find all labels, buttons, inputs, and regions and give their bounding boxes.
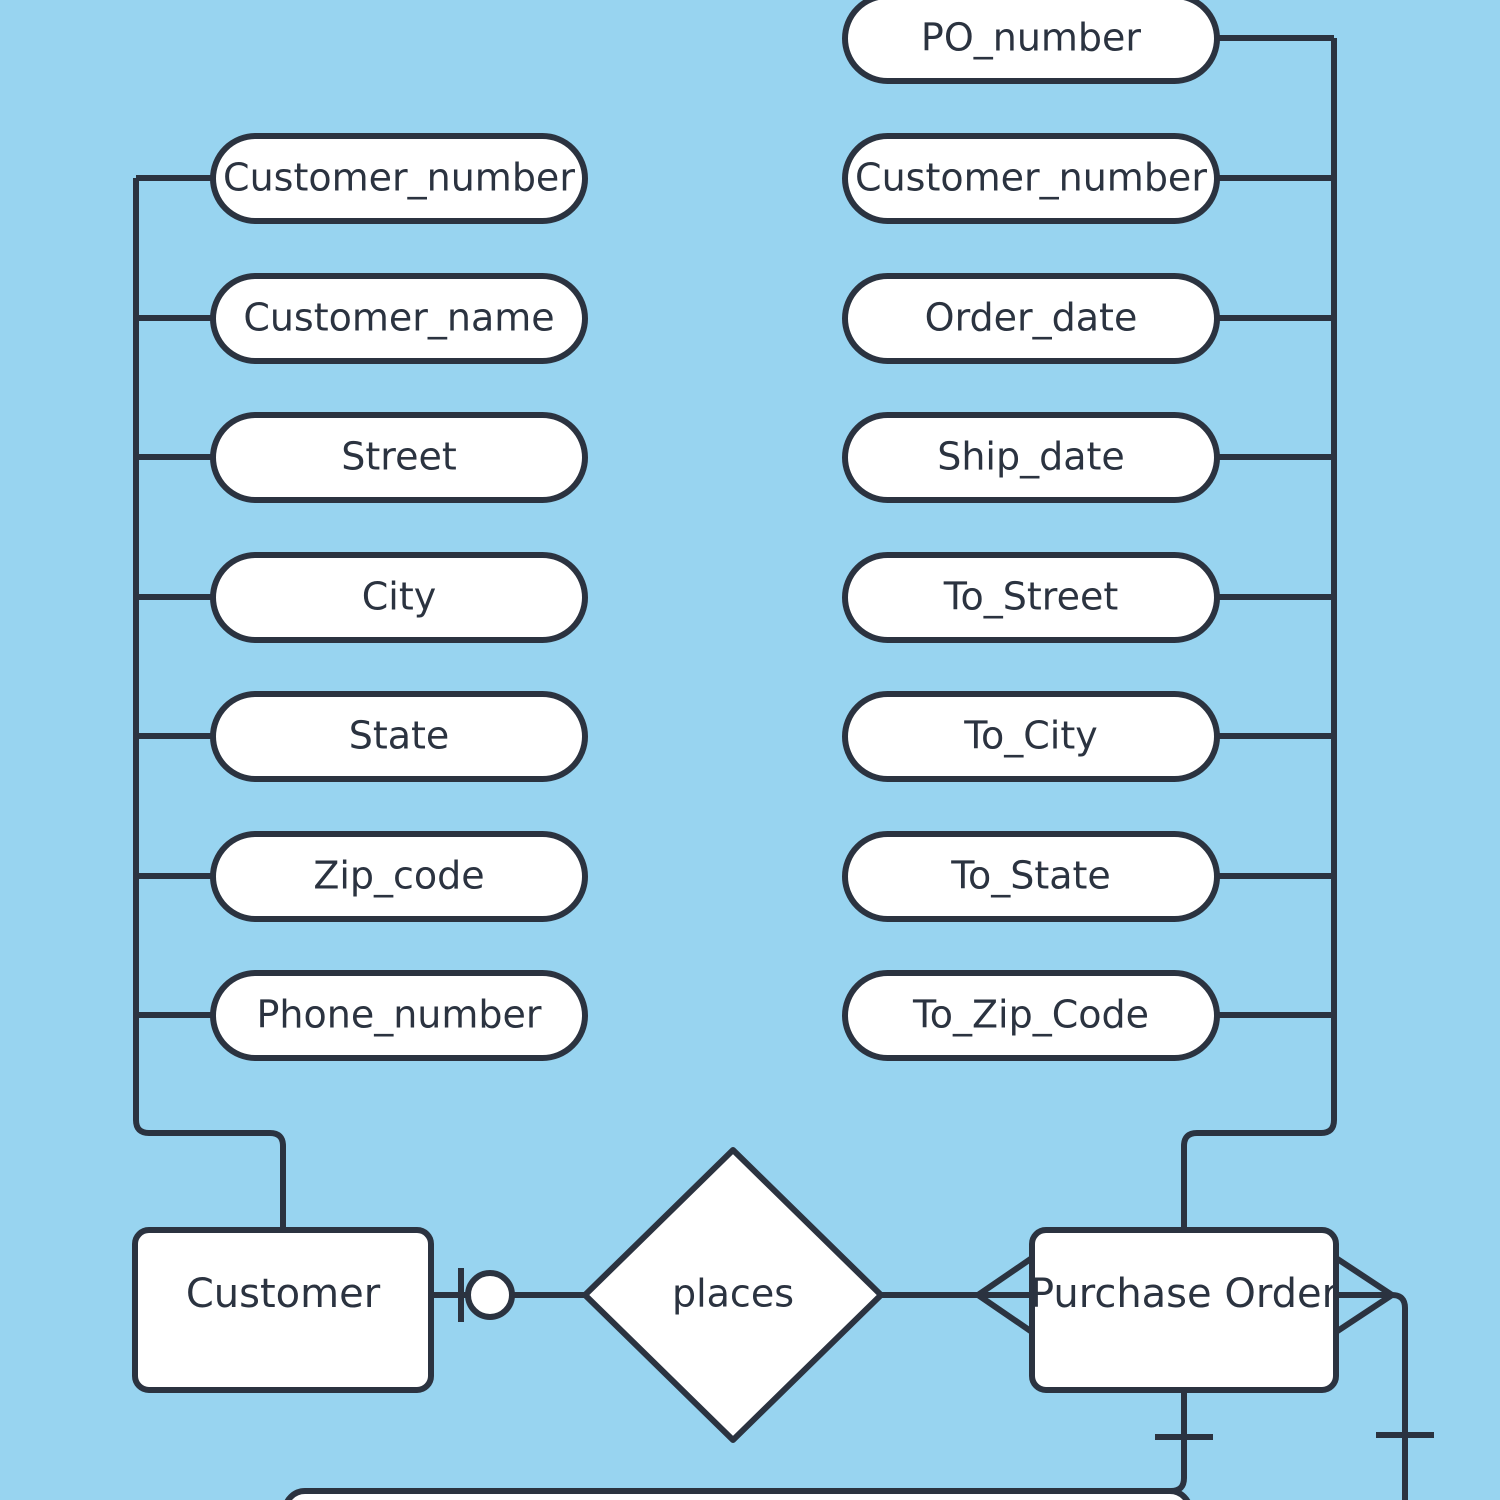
attribute-oval-street[interactable]: Street [210,412,588,503]
attribute-label: To_Zip_Code [912,993,1149,1037]
attribute-oval-po-number[interactable]: PO_number [842,0,1220,84]
attribute-label: Customer_number [223,156,575,200]
attribute-label: Street [341,435,456,479]
attribute-label: Customer_name [243,296,554,340]
attribute-oval-customer-name[interactable]: Customer_name [210,273,588,364]
attribute-label: To_State [950,854,1111,898]
attribute-oval-po-customer-number[interactable]: Customer_number [842,133,1220,224]
attribute-oval-state[interactable]: State [210,691,588,782]
attribute-label: Ship_date [937,435,1125,479]
entity-customer[interactable]: Customer [132,1227,434,1393]
relationship-label: places [672,1272,794,1316]
purchase-order-attribute-trunk [1181,38,1337,1232]
attribute-label: Order_date [925,296,1138,340]
entity-label: Customer [186,1271,381,1317]
attribute-oval-ship-date[interactable]: Ship_date [842,412,1220,503]
attribute-label: PO_number [921,16,1142,60]
attribute-label: State [349,714,450,758]
attribute-label: To_City [963,714,1097,758]
attribute-oval-phone-number[interactable]: Phone_number [210,970,588,1061]
attribute-label: Zip_code [313,854,484,898]
er-diagram-svg: Customer_number Customer_name Street Cit… [132,0,1434,1500]
attribute-oval-to-city[interactable]: To_City [842,691,1220,782]
attribute-oval-zip-code[interactable]: Zip_code [210,831,588,922]
attribute-oval-to-state[interactable]: To_State [842,831,1220,922]
attribute-oval-to-street[interactable]: To_Street [842,552,1220,643]
attribute-oval-city[interactable]: City [210,552,588,643]
customer-attributes-group: Customer_number Customer_name Street Cit… [210,133,588,1061]
link-purchase-order-bottom [1170,1390,1187,1494]
attribute-label: Customer_number [855,156,1207,200]
purchase-order-attributes-group: PO_number Customer_number Order_date Shi… [842,0,1220,1061]
entity-purchase-order[interactable]: Purchase Order [1029,1227,1339,1393]
attribute-oval-customer-number[interactable]: Customer_number [210,133,588,224]
er-diagram-canvas: Customer_number Customer_name Street Cit… [0,0,1500,1500]
attribute-oval-to-zip-code[interactable]: To_Zip_Code [842,970,1220,1061]
attribute-label: City [362,575,436,619]
attribute-label: Phone_number [256,993,541,1037]
attribute-oval-order-date[interactable]: Order_date [842,273,1220,364]
entity-label: Purchase Order [1030,1271,1339,1317]
partial-bottom-entity[interactable] [284,1488,1191,1500]
relationship-places[interactable]: places [582,1147,884,1443]
attribute-label: To_Street [943,575,1118,619]
